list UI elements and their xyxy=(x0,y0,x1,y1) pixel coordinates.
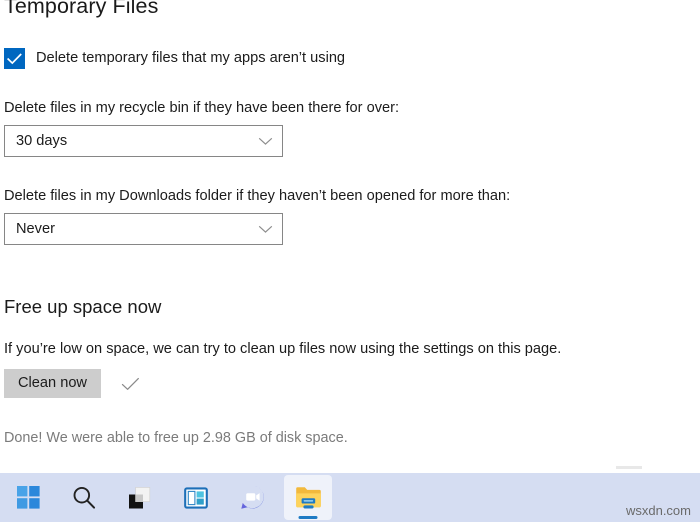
recycle-bin-label: Delete files in my recycle bin if they h… xyxy=(4,100,400,116)
search-icon xyxy=(73,486,95,509)
done-check-icon xyxy=(121,377,139,390)
recycle-bin-dropdown-value: 30 days xyxy=(16,133,68,149)
taskbar: wsxdn.com xyxy=(0,473,700,522)
downloads-folder-dropdown-value: Never xyxy=(16,221,55,237)
free-up-space-status: Done! We were able to free up 2.98 GB of… xyxy=(4,430,348,446)
check-icon xyxy=(7,52,22,64)
screen: Temporary Files Delete temporary files t… xyxy=(0,0,700,522)
taskbar-item-search[interactable] xyxy=(60,475,108,520)
widgets-icon xyxy=(129,486,151,508)
chevron-down-icon xyxy=(258,137,273,145)
clean-now-button[interactable]: Clean now xyxy=(4,369,101,398)
chevron-down-icon xyxy=(258,225,273,233)
taskbar-item-chat[interactable] xyxy=(228,475,276,520)
windows-logo-icon xyxy=(16,486,40,509)
free-up-space-action-row: Clean now xyxy=(4,369,140,398)
taskbar-item-file-explorer[interactable] xyxy=(284,475,332,520)
free-up-space-description: If you’re low on space, we can try to cl… xyxy=(4,341,562,357)
delete-temp-files-label: Delete temporary files that my apps aren… xyxy=(36,50,346,67)
downloads-folder-label: Delete files in my Downloads folder if t… xyxy=(4,188,511,204)
chat-video-icon xyxy=(240,485,264,509)
taskbar-icon-group xyxy=(4,473,340,522)
page-title: Temporary Files xyxy=(4,0,159,18)
task-view-icon xyxy=(184,486,208,509)
taskbar-item-widgets[interactable] xyxy=(116,475,164,520)
taskbar-item-start[interactable] xyxy=(4,475,52,520)
scrollbar-remnant xyxy=(616,466,642,469)
recycle-bin-dropdown[interactable]: 30 days xyxy=(4,125,283,157)
settings-content-pane: Temporary Files Delete temporary files t… xyxy=(0,0,700,473)
watermark: wsxdn.com xyxy=(625,503,691,518)
folder-icon xyxy=(295,487,321,509)
free-up-space-title: Free up space now xyxy=(4,296,162,317)
downloads-folder-dropdown[interactable]: Never xyxy=(4,213,283,245)
taskbar-item-task-view[interactable] xyxy=(172,475,220,520)
delete-temp-files-checkbox-row[interactable]: Delete temporary files that my apps aren… xyxy=(4,48,345,69)
delete-temp-files-checkbox[interactable] xyxy=(4,48,25,69)
